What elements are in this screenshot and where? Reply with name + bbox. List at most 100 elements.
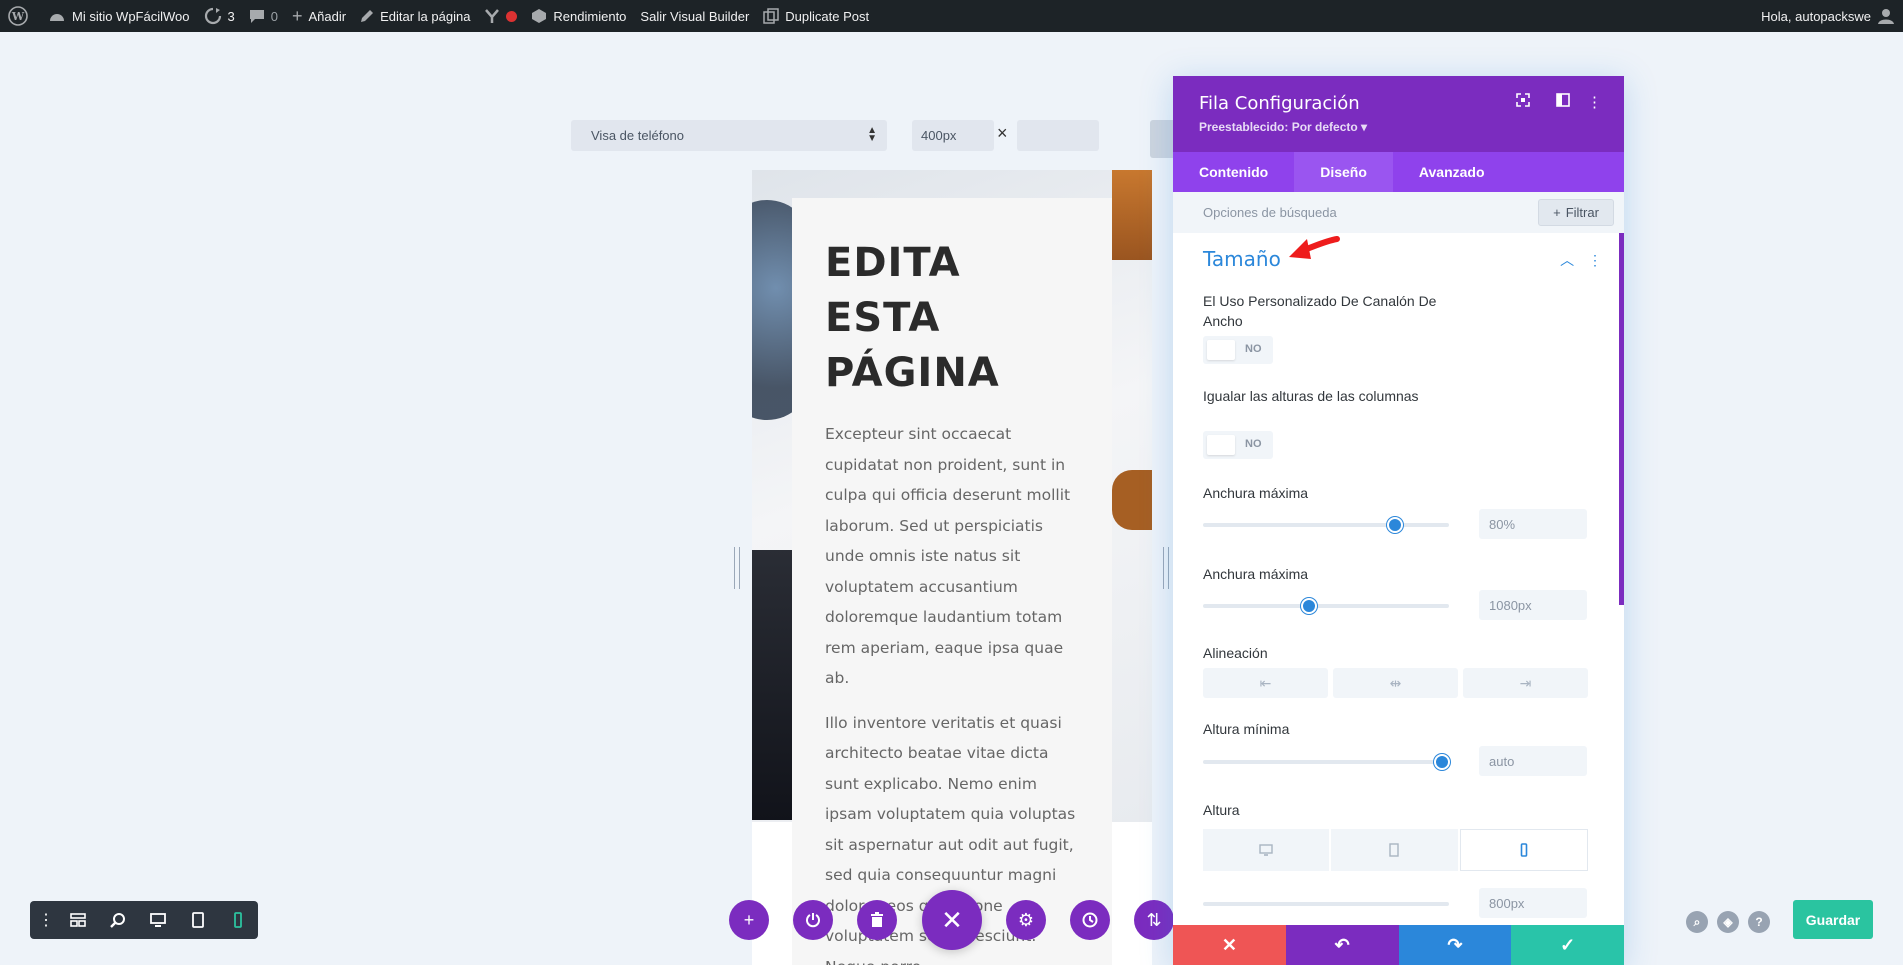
disable-row-button[interactable] — [793, 900, 833, 940]
max-width-2-slider[interactable] — [1203, 598, 1449, 614]
equal-heights-toggle[interactable]: NO — [1203, 431, 1273, 459]
tablet-device-icon[interactable] — [1331, 829, 1458, 871]
page-settings-button[interactable]: ⚙ — [1006, 900, 1046, 940]
slider-knob[interactable] — [1433, 754, 1450, 770]
equal-heights-label: Igualar las alturas de las columnas — [1203, 388, 1419, 404]
save-button[interactable]: Guardar — [1793, 900, 1873, 939]
height-input[interactable]: 800px — [1479, 888, 1587, 918]
more-options-icon[interactable]: ⋮ — [1587, 93, 1602, 111]
site-name-link[interactable]: Mi sitio WpFácilWoo — [41, 0, 197, 32]
toggle-state: NO — [1245, 343, 1262, 355]
content-card[interactable]: EDITA ESTA PÁGINA Excepteur sint occaeca… — [792, 198, 1112, 965]
section-title-size[interactable]: Tamaño — [1203, 247, 1281, 271]
performance-icon — [532, 9, 547, 23]
max-width-label: Anchura máxima — [1203, 485, 1309, 501]
section-more-icon[interactable]: ⋮ — [1588, 252, 1602, 268]
performance-link[interactable]: Rendimiento — [524, 0, 633, 32]
sort-arrows-icon: ⇅ — [1146, 909, 1162, 930]
height-slider[interactable] — [1203, 902, 1449, 906]
snap-sidebar-icon[interactable] — [1556, 93, 1570, 111]
delete-row-button[interactable] — [857, 900, 897, 940]
tablet-view-icon[interactable] — [178, 901, 218, 939]
add-row-button[interactable]: + — [729, 900, 769, 940]
wireframe-view-icon[interactable] — [58, 901, 98, 939]
zoom-icon[interactable] — [98, 901, 138, 939]
desktop-view-icon[interactable] — [138, 901, 178, 939]
phone-preview-frame: EDITA ESTA PÁGINA Excepteur sint occaeca… — [752, 170, 1152, 965]
exit-builder-link[interactable]: Salir Visual Builder — [633, 0, 756, 32]
edit-page-label: Editar la página — [380, 8, 471, 24]
custom-gutter-toggle[interactable]: NO — [1203, 336, 1273, 364]
search-icon[interactable]: ⌕ — [1686, 911, 1708, 933]
body-paragraph-1[interactable]: Excepteur sint occaecat cupidatat non pr… — [825, 419, 1079, 694]
edit-page-link[interactable]: Editar la página — [353, 0, 477, 32]
yoast-menu[interactable] — [477, 0, 524, 32]
modal-header[interactable]: Fila Configuración Preestablecido: Por d… — [1173, 76, 1624, 152]
confirm-button[interactable]: ✓ — [1511, 925, 1624, 965]
alignment-label: Alineación — [1203, 645, 1268, 661]
phone-view-icon[interactable] — [218, 901, 258, 939]
preset-selector[interactable]: Preestablecido: Por defecto ▾ — [1199, 120, 1598, 134]
tab-content[interactable]: Contenido — [1173, 152, 1294, 192]
preview-mode-select[interactable]: Visa de teléfono ▲ ▼ — [571, 120, 887, 151]
wordpress-logo-icon[interactable]: W — [0, 0, 41, 32]
chevron-up-icon[interactable]: ︿ — [1560, 252, 1574, 268]
modal-tabs: Contenido Diseño Avanzado — [1173, 152, 1624, 192]
user-greeting: Hola, autopackswe — [1761, 8, 1871, 24]
search-placeholder: Opciones de búsqueda — [1203, 205, 1337, 220]
resize-handle-right[interactable] — [1163, 547, 1169, 589]
menu-dots-icon[interactable]: ⋮ — [34, 901, 58, 939]
status-dot-icon — [506, 10, 518, 22]
tab-advanced[interactable]: Avanzado — [1393, 152, 1511, 192]
user-account-menu[interactable]: Hola, autopackswe — [1761, 0, 1895, 32]
filter-button[interactable]: + Filtrar — [1538, 199, 1614, 226]
min-height-slider[interactable] — [1203, 754, 1450, 770]
min-height-input[interactable]: auto — [1479, 746, 1587, 776]
heading-line-2: ESTA — [825, 295, 941, 341]
desktop-device-icon[interactable] — [1203, 829, 1330, 871]
close-builder-button[interactable]: ✕ — [922, 890, 982, 950]
red-annotation-arrow-icon — [1289, 236, 1340, 259]
gear-icon: ⚙ — [1017, 909, 1035, 930]
duplicate-icon — [763, 8, 780, 24]
comments-count: 0 — [270, 8, 278, 24]
section-controls: ︿ ⋮ — [1560, 250, 1602, 270]
tab-design[interactable]: Diseño — [1294, 152, 1393, 192]
redo-button[interactable]: ↷ — [1398, 925, 1512, 965]
layers-icon[interactable]: ◈ — [1717, 911, 1739, 933]
phone-device-icon[interactable] — [1459, 829, 1588, 871]
align-right-icon[interactable]: ⇥ — [1463, 668, 1588, 698]
row-settings-modal: Fila Configuración Preestablecido: Por d… — [1173, 76, 1624, 965]
resize-handle-left[interactable] — [734, 547, 740, 589]
preview-height-input[interactable] — [1017, 120, 1099, 151]
help-icon[interactable]: ? — [1748, 911, 1770, 933]
comments-link[interactable]: 0 — [242, 0, 285, 32]
toggle-state: NO — [1245, 438, 1262, 450]
max-width-slider[interactable] — [1203, 517, 1449, 533]
max-width-2-input[interactable]: 1080px — [1479, 590, 1587, 620]
plus-icon: + — [743, 909, 755, 930]
exit-builder-label: Salir Visual Builder — [640, 8, 750, 24]
slider-knob[interactable] — [1300, 598, 1317, 614]
max-width-input[interactable]: 80% — [1479, 509, 1587, 539]
plus-icon: + — [291, 5, 303, 26]
updates-count: 3 — [227, 8, 235, 24]
modal-scrollbar[interactable] — [1619, 233, 1624, 605]
discard-button[interactable]: ✕ — [1173, 925, 1286, 965]
trash-icon — [871, 912, 883, 927]
preview-width-input[interactable]: 400px — [912, 120, 994, 151]
portability-button[interactable]: ⇅ — [1134, 900, 1174, 940]
heading-line-1: EDITA — [825, 240, 961, 286]
updates-link[interactable]: 3 — [197, 0, 242, 32]
undo-button[interactable]: ↶ — [1285, 925, 1399, 965]
redo-icon: ↷ — [1447, 934, 1463, 955]
slider-knob[interactable] — [1386, 517, 1403, 533]
add-new-link[interactable]: + Añadir — [285, 0, 353, 32]
page-heading[interactable]: EDITA ESTA PÁGINA — [825, 236, 1079, 401]
fullscreen-icon[interactable] — [1516, 93, 1530, 111]
duplicate-post-link[interactable]: Duplicate Post — [756, 0, 876, 32]
align-center-icon[interactable]: ⇹ — [1333, 668, 1458, 698]
options-search-input[interactable]: Opciones de búsqueda + Filtrar — [1173, 192, 1624, 233]
align-left-icon[interactable]: ⇤ — [1203, 668, 1328, 698]
history-button[interactable] — [1070, 900, 1110, 940]
